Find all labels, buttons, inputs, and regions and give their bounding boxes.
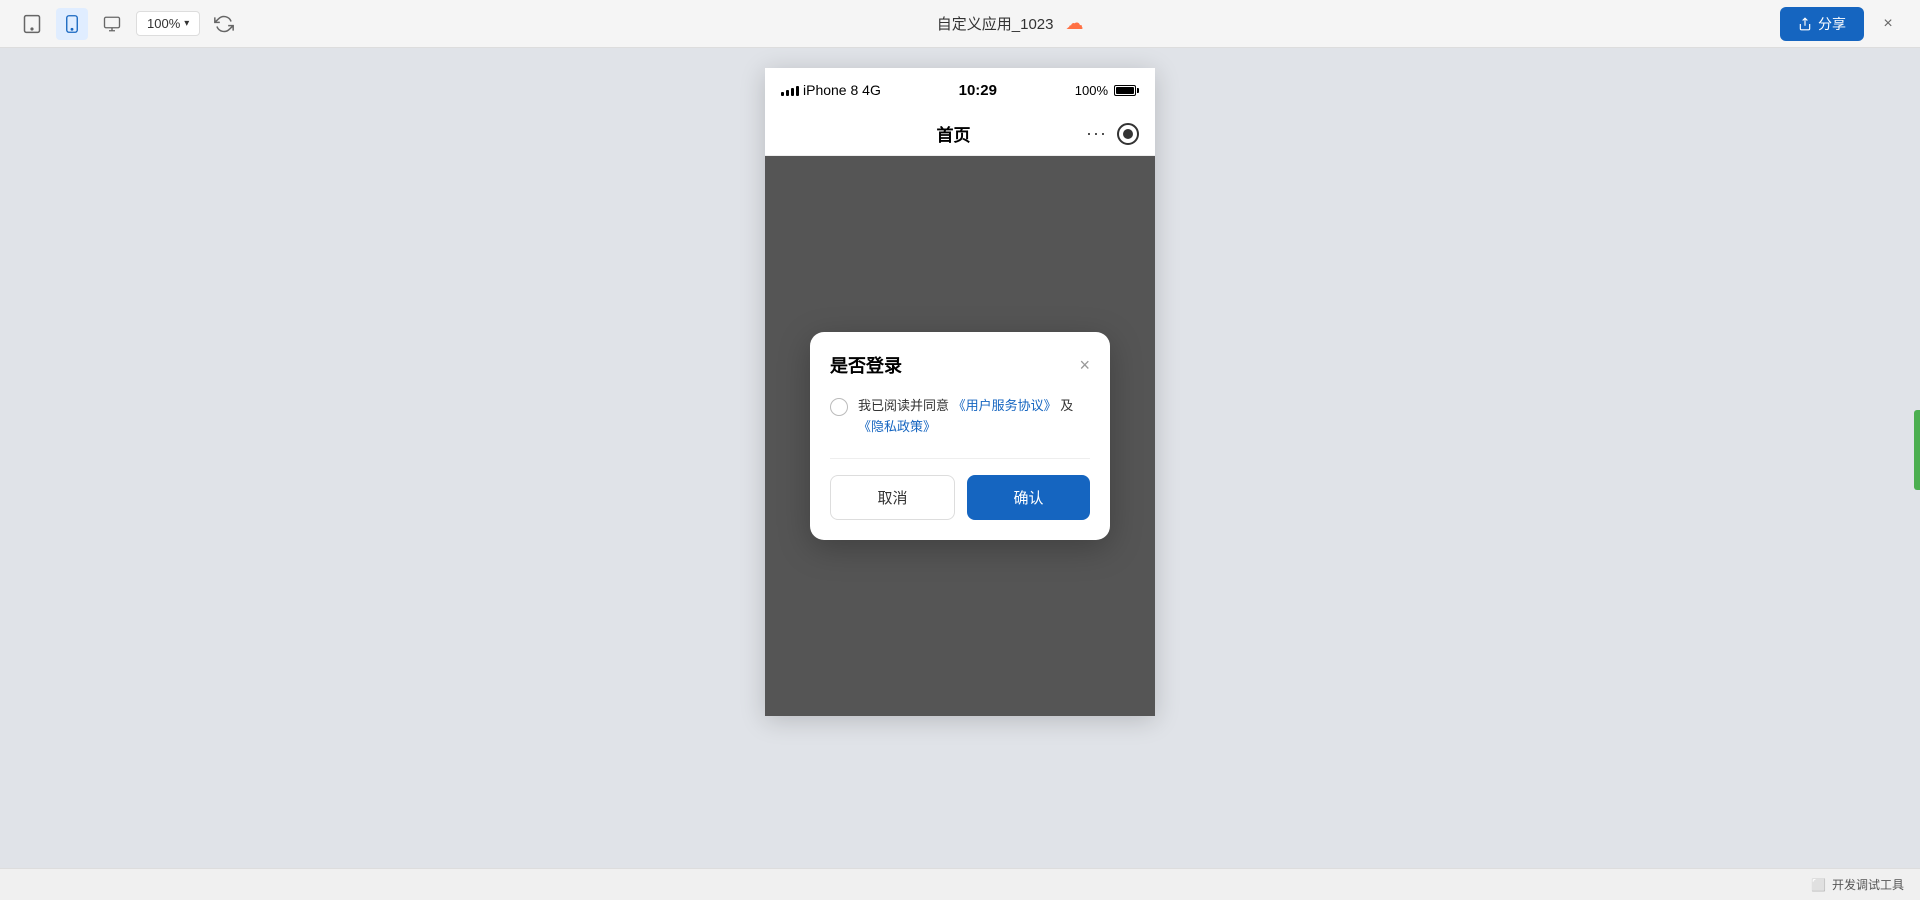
cancel-button[interactable]: 取消 xyxy=(830,475,955,520)
zoom-control[interactable]: 100% ▾ xyxy=(136,11,200,36)
app-navbar: 首页 ··· xyxy=(765,112,1155,156)
share-button[interactable]: 分享 xyxy=(1780,7,1864,41)
main-area: iPhone 8 4G 10:29 100% 首页 ··· xyxy=(0,48,1920,868)
phone-content: 是否登录 × 我已阅读并同意 《用户服务协议》 及 《隐私政策》 xyxy=(765,156,1155,716)
battery-icon xyxy=(1114,85,1139,96)
status-time: 10:29 xyxy=(959,82,997,99)
phone-frame: iPhone 8 4G 10:29 100% 首页 ··· xyxy=(765,68,1155,716)
dialog-body: 我已阅读并同意 《用户服务协议》 及 《隐私政策》 xyxy=(830,396,1090,438)
dev-tools-icon: ⬜ xyxy=(1811,878,1826,892)
agreement-checkbox[interactable] xyxy=(830,398,848,416)
close-icon: × xyxy=(1883,15,1892,33)
tablet-icon[interactable] xyxy=(16,8,48,40)
toolbar-right: 分享 × xyxy=(1780,7,1904,41)
dialog-header: 是否登录 × xyxy=(830,352,1090,378)
dev-tools-label: 开发调试工具 xyxy=(1832,876,1904,893)
app-navbar-right: ··· xyxy=(1086,123,1139,145)
agreement-link2[interactable]: 《隐私政策》 xyxy=(858,419,936,434)
share-label: 分享 xyxy=(1818,14,1846,34)
signal-bar-1 xyxy=(781,92,784,96)
signal-bars xyxy=(781,84,799,96)
dialog-overlay: 是否登录 × 我已阅读并同意 《用户服务协议》 及 《隐私政策》 xyxy=(765,156,1155,716)
dialog-divider xyxy=(830,458,1090,459)
dev-tools-button[interactable]: ⬜ 开发调试工具 xyxy=(1811,876,1904,893)
dialog-buttons: 取消 确认 xyxy=(830,475,1090,520)
desktop-icon[interactable] xyxy=(96,8,128,40)
status-right: 100% xyxy=(1075,83,1139,98)
agreement-row: 我已阅读并同意 《用户服务协议》 及 《隐私政策》 xyxy=(830,396,1090,438)
phone-icon[interactable] xyxy=(56,8,88,40)
signal-bar-4 xyxy=(796,86,799,96)
toolbar-center: 自定义应用_1023 ☁ xyxy=(248,13,1772,34)
page-title: 自定义应用_1023 xyxy=(937,13,1054,34)
cloud-icon: ☁ xyxy=(1066,13,1084,34)
more-icon[interactable]: ··· xyxy=(1086,123,1107,144)
chevron-down-icon: ▾ xyxy=(184,18,189,29)
confirm-button[interactable]: 确认 xyxy=(967,475,1090,520)
agreement-text: 我已阅读并同意 《用户服务协议》 及 《隐私政策》 xyxy=(858,396,1090,438)
signal-bar-3 xyxy=(791,88,794,96)
agreement-prefix: 我已阅读并同意 xyxy=(858,398,949,413)
battery-percent: 100% xyxy=(1075,83,1108,98)
app-navbar-title: 首页 xyxy=(937,121,971,146)
dialog-close-button[interactable]: × xyxy=(1079,356,1090,374)
record-icon[interactable] xyxy=(1117,123,1139,145)
debug-tab[interactable] xyxy=(1914,410,1920,490)
zoom-label: 100% xyxy=(147,16,180,31)
toolbar: 100% ▾ 自定义应用_1023 ☁ 分享 × xyxy=(0,0,1920,48)
status-left: iPhone 8 4G xyxy=(781,82,881,98)
refresh-icon[interactable] xyxy=(208,8,240,40)
close-button[interactable]: × xyxy=(1872,8,1904,40)
signal-bar-2 xyxy=(786,90,789,96)
status-bar: iPhone 8 4G 10:29 100% xyxy=(765,68,1155,112)
device-model: iPhone 8 4G xyxy=(803,82,881,98)
dialog-title: 是否登录 xyxy=(830,352,902,378)
agreement-link1[interactable]: 《用户服务协议》 xyxy=(953,398,1057,413)
record-inner xyxy=(1123,129,1133,139)
login-dialog: 是否登录 × 我已阅读并同意 《用户服务协议》 及 《隐私政策》 xyxy=(810,332,1110,540)
bottom-bar: ⬜ 开发调试工具 xyxy=(0,868,1920,900)
agreement-connector: 及 xyxy=(1060,398,1073,413)
